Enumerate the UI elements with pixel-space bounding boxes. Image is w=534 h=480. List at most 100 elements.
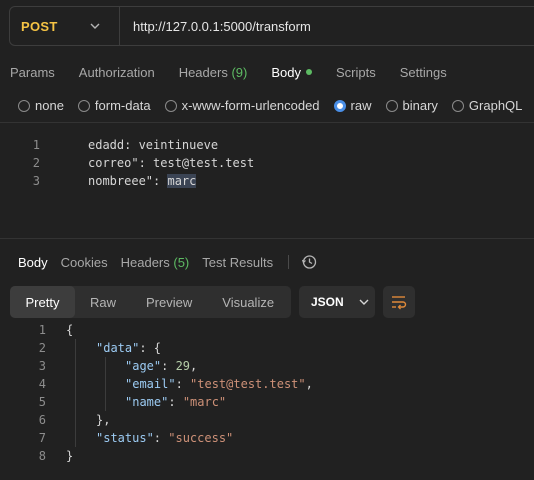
code-text: "age": 29, <box>46 359 197 373</box>
tab-params[interactable]: Params <box>10 65 55 80</box>
json-string: "success" <box>168 431 234 445</box>
punctuation: : <box>175 377 191 391</box>
view-visualize-button[interactable]: Visualize <box>207 286 289 318</box>
code-text: correo": test@test.test <box>88 156 255 170</box>
wrap-lines-icon <box>392 296 407 310</box>
code-prefix: nombreee": <box>88 174 168 188</box>
code-line: 2 correo": test@test.test <box>0 154 534 172</box>
view-preview-button[interactable]: Preview <box>131 286 207 318</box>
radio-none[interactable]: none <box>18 98 64 113</box>
tab-body[interactable]: Body <box>271 65 312 80</box>
tab-settings[interactable]: Settings <box>400 65 447 80</box>
line-number: 1 <box>38 323 46 337</box>
radio-none-label: none <box>35 98 64 113</box>
code-line: 6 }, <box>0 411 534 429</box>
code-text: }, <box>46 413 110 427</box>
radio-form-data[interactable]: form-data <box>77 98 151 113</box>
view-pretty-button[interactable]: Pretty <box>10 286 75 318</box>
tab-scripts[interactable]: Scripts <box>336 65 376 80</box>
brace: } <box>66 449 74 463</box>
code-line: 5 "name": "marc" <box>0 393 534 411</box>
divider <box>0 122 534 123</box>
radio-urlencoded[interactable]: x-www-form-urlencoded <box>164 98 320 113</box>
radio-circle <box>164 99 177 112</box>
tab-headers-label: Headers <box>178 64 228 80</box>
radio-circle <box>18 99 30 112</box>
line-number: 7 <box>38 431 46 445</box>
code-line: 1 edadd: veintinueve <box>0 136 534 154</box>
line-number: 4 <box>38 377 46 391</box>
code-line: 3 nombreee": marc <box>0 172 534 190</box>
request-body-editor[interactable]: 1 edadd: veintinueve 2 correo": test@tes… <box>0 136 534 190</box>
radio-circle <box>77 99 90 112</box>
line-number: 5 <box>38 395 46 409</box>
punctuation: : <box>153 431 169 445</box>
code-text: { <box>46 323 73 337</box>
code-line: 3 "age": 29, <box>0 357 534 375</box>
radio-circle <box>451 99 464 112</box>
tab-test-results[interactable]: Test Results <box>202 255 273 270</box>
url-input[interactable]: http://127.0.0.1:5000/transform <box>120 19 311 34</box>
tab-response-headers[interactable]: Headers (5) <box>121 255 190 270</box>
format-select[interactable]: JSON <box>299 286 375 318</box>
history-icon[interactable] <box>301 254 317 270</box>
tab-response-headers-label: Headers <box>120 254 170 270</box>
brace: { <box>66 323 74 337</box>
punctuation: : { <box>139 341 162 355</box>
radio-circle <box>385 99 398 112</box>
json-key: "status" <box>96 431 154 445</box>
view-raw-button[interactable]: Raw <box>75 286 131 318</box>
tab-cookies[interactable]: Cookies <box>61 255 108 270</box>
response-toolbar: Pretty Raw Preview Visualize JSON <box>10 286 415 318</box>
radio-raw[interactable]: raw <box>333 98 372 113</box>
radio-raw-label: raw <box>350 98 372 113</box>
url-bar: POST http://127.0.0.1:5000/transform <box>9 6 534 46</box>
radio-binary-label: binary <box>402 98 438 113</box>
divider <box>0 238 534 239</box>
request-tabs: Params Authorization Headers (9) Body Sc… <box>10 62 471 82</box>
line-number: 3 <box>32 174 40 188</box>
json-string: "test@test.test" <box>190 377 306 391</box>
response-tabs: Body Cookies Headers (5) Test Results <box>18 254 317 270</box>
code-text: } <box>46 449 73 463</box>
chevron-down-icon <box>359 299 369 305</box>
response-body-viewer: 1 { 2 "data": { 3 "age": 29, 4 "email": … <box>0 321 534 465</box>
radio-graphql[interactable]: GraphQL <box>451 98 522 113</box>
tab-response-body[interactable]: Body <box>18 255 48 270</box>
json-string: "marc" <box>182 395 227 409</box>
radio-binary[interactable]: binary <box>385 98 438 113</box>
line-number: 2 <box>32 156 40 170</box>
brace: }, <box>96 413 111 427</box>
wrap-lines-button[interactable] <box>383 286 415 318</box>
line-number: 6 <box>38 413 46 427</box>
method-label: POST <box>21 18 58 34</box>
code-text: "data": { <box>46 341 161 355</box>
line-number: 3 <box>38 359 46 373</box>
json-key: "age" <box>125 359 162 373</box>
json-key: "name" <box>125 395 169 409</box>
tab-body-label: Body <box>271 64 301 80</box>
tab-headers[interactable]: Headers (9) <box>179 65 248 80</box>
code-line: 1 { <box>0 321 534 339</box>
radio-urlencoded-label: x-www-form-urlencoded <box>181 98 320 113</box>
selected-text: marc <box>167 174 197 188</box>
code-text: "name": "marc" <box>46 395 226 409</box>
punctuation: : <box>161 359 176 373</box>
code-text: edadd: veintinueve <box>88 138 219 152</box>
radio-form-data-label: form-data <box>94 98 151 113</box>
body-type-options: none form-data x-www-form-urlencoded raw… <box>18 98 534 113</box>
json-key: "email" <box>125 377 176 391</box>
code-line: 2 "data": { <box>0 339 534 357</box>
chevron-down-icon <box>90 23 100 29</box>
headers-count-badge: (9) <box>231 64 248 80</box>
punctuation: : <box>168 395 183 409</box>
line-number: 2 <box>38 341 46 355</box>
code-line: 7 "status": "success" <box>0 429 534 447</box>
method-select[interactable]: POST <box>10 7 120 45</box>
tab-authorization[interactable]: Authorization <box>79 65 155 80</box>
separator <box>288 255 290 269</box>
format-select-label: JSON <box>311 295 344 309</box>
code-text: "email": "test@test.test", <box>46 377 313 391</box>
radio-circle-checked <box>333 99 346 112</box>
code-line: 4 "email": "test@test.test", <box>0 375 534 393</box>
